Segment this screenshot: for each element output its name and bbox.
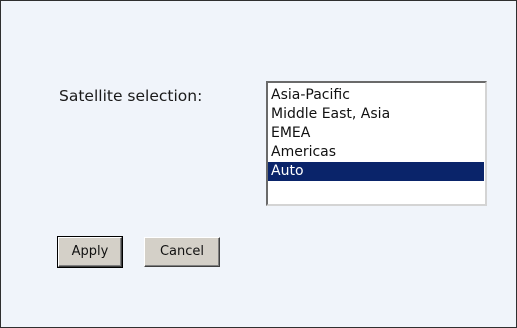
cancel-button[interactable]: Cancel xyxy=(144,237,220,267)
option-asia-pacific[interactable]: Asia-Pacific xyxy=(268,86,484,105)
option-americas[interactable]: Americas xyxy=(268,143,484,162)
option-emea[interactable]: EMEA xyxy=(268,124,484,143)
option-auto[interactable]: Auto xyxy=(268,162,484,181)
satellite-settings-panel: Satellite selection: Asia-Pacific Middle… xyxy=(0,0,517,328)
option-middle-east-asia[interactable]: Middle East, Asia xyxy=(268,105,484,124)
satellite-selection-label: Satellite selection: xyxy=(59,87,203,105)
satellite-listbox[interactable]: Asia-Pacific Middle East, Asia EMEA Amer… xyxy=(266,81,487,206)
apply-button[interactable]: Apply xyxy=(57,236,123,268)
